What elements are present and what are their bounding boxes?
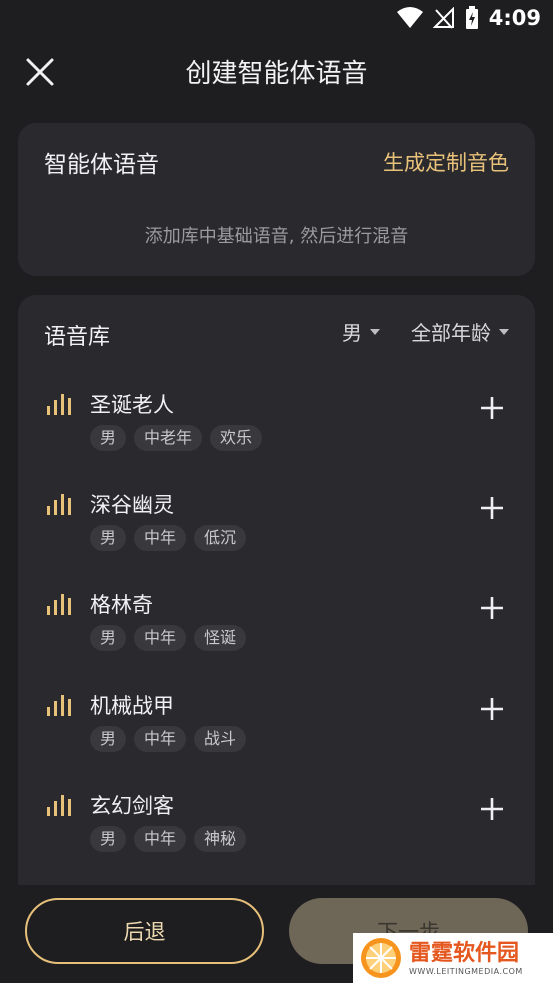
voice-library-card: 语音库 男 全部年龄 圣诞老人 男 中老年 欢乐 深谷幽灵 男 中年 低沉 格林… <box>18 295 535 885</box>
voice-tag: 神秘 <box>194 826 247 852</box>
header: 创建智能体语音 <box>0 36 553 106</box>
voice-tag: 中年 <box>134 625 187 651</box>
voice-tag: 低沉 <box>194 525 247 551</box>
voice-item[interactable]: 玄幻剑客 男 中年 神秘 <box>18 788 535 878</box>
add-icon[interactable] <box>479 395 505 421</box>
gender-filter[interactable]: 男 <box>342 317 380 346</box>
library-title: 语音库 <box>44 325 111 350</box>
watermark-url: WWW.LEITINGMEDIA.COM <box>409 966 523 976</box>
voice-tag: 中年 <box>134 826 187 852</box>
voice-tag: 战斗 <box>194 726 247 752</box>
voice-name: 圣诞老人 <box>90 393 174 417</box>
wifi-icon <box>396 7 423 28</box>
voice-item[interactable]: 深谷幽灵 男 中年 低沉 <box>18 487 535 577</box>
voice-tag: 男 <box>90 826 127 852</box>
orange-logo-icon <box>361 938 401 978</box>
watermark-text: 雷霆软件园 WWW.LEITINGMEDIA.COM <box>409 941 523 976</box>
voice-name: 深谷幽灵 <box>90 493 174 517</box>
voice-tag: 怪诞 <box>194 625 247 651</box>
sound-bars-icon <box>47 795 71 816</box>
sound-bars-icon <box>47 394 71 415</box>
voice-name: 玄幻剑客 <box>90 794 174 818</box>
voice-tag: 中老年 <box>134 425 203 451</box>
voice-name: 格林奇 <box>90 593 153 617</box>
sound-bars-icon <box>47 695 71 716</box>
watermark-name: 雷霆软件园 <box>409 940 520 966</box>
caret-down-icon <box>499 328 509 335</box>
status-bar: 4:09 <box>0 0 553 36</box>
add-icon[interactable] <box>479 796 505 822</box>
voice-item[interactable]: 格林奇 男 中年 怪诞 <box>18 587 535 677</box>
add-icon[interactable] <box>479 595 505 621</box>
caret-down-icon <box>370 328 380 335</box>
voice-tag: 中年 <box>134 525 187 551</box>
back-button[interactable]: 后退 <box>25 898 264 964</box>
age-filter[interactable]: 全部年龄 <box>411 317 509 346</box>
voice-tag: 男 <box>90 525 127 551</box>
voice-tag: 欢乐 <box>210 425 263 451</box>
page-title: 创建智能体语音 <box>185 58 368 89</box>
status-time: 4:09 <box>488 6 541 30</box>
smart-voice-title: 智能体语音 <box>44 152 159 178</box>
voice-name: 机械战甲 <box>90 694 174 718</box>
voice-tag: 中年 <box>134 726 187 752</box>
voice-tags: 男 中年 怪诞 <box>90 625 247 651</box>
add-icon[interactable] <box>479 495 505 521</box>
voice-tag: 男 <box>90 625 127 651</box>
voice-tag: 男 <box>90 425 127 451</box>
voice-tags: 男 中年 神秘 <box>90 826 247 852</box>
gender-filter-label: 男 <box>342 321 362 345</box>
voice-tags: 男 中年 战斗 <box>90 726 247 752</box>
voice-tags: 男 中老年 欢乐 <box>90 425 263 451</box>
voice-item[interactable]: 圣诞老人 男 中老年 欢乐 <box>18 387 535 477</box>
age-filter-label: 全部年龄 <box>411 321 491 345</box>
sound-bars-icon <box>47 494 71 515</box>
smart-voice-card: 智能体语音 生成定制音色 添加库中基础语音, 然后进行混音 <box>18 123 535 276</box>
voice-tags: 男 中年 低沉 <box>90 525 247 551</box>
no-signal-icon <box>432 7 454 29</box>
voice-tag: 男 <box>90 726 127 752</box>
add-icon[interactable] <box>479 696 505 722</box>
voice-item[interactable]: 机械战甲 男 中年 战斗 <box>18 688 535 778</box>
watermark: 雷霆软件园 WWW.LEITINGMEDIA.COM <box>353 933 553 983</box>
generate-custom-voice-link[interactable]: 生成定制音色 <box>383 147 509 177</box>
close-icon[interactable] <box>24 56 56 88</box>
smart-voice-hint: 添加库中基础语音, 然后进行混音 <box>144 226 409 247</box>
sound-bars-icon <box>47 594 71 615</box>
battery-charging-icon <box>465 6 478 29</box>
